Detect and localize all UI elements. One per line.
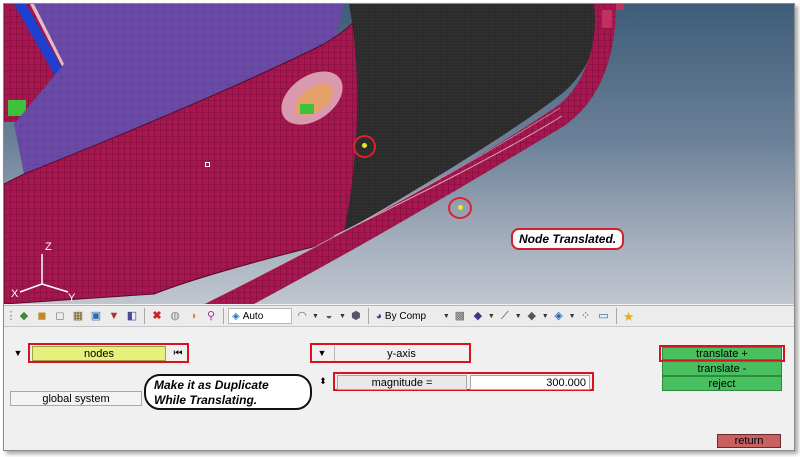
original-node[interactable]	[362, 143, 367, 148]
mask-icon[interactable]: ◍	[167, 308, 183, 324]
layer-icon[interactable]: ◈	[551, 308, 567, 324]
display-all-icon[interactable]: ◼	[34, 308, 50, 324]
translated-node[interactable]	[458, 205, 463, 210]
chevron-down-icon[interactable]: ▼	[569, 313, 576, 320]
mesh-lines-icon[interactable]: ▩	[452, 308, 468, 324]
chevron-down-icon[interactable]: ▼	[515, 313, 522, 320]
shaded-icon[interactable]: ◠	[294, 308, 310, 324]
global-system-button[interactable]: global system	[10, 391, 142, 406]
node-translated-callout: Node Translated.	[511, 228, 625, 250]
nodes-selector[interactable]: nodes	[32, 346, 166, 361]
line-style-icon[interactable]: ⟋	[497, 308, 513, 324]
unmask-icon[interactable]: ◑	[185, 308, 201, 324]
auto-icon: ◈	[232, 310, 240, 322]
direction-selector[interactable]: y-axis	[334, 346, 468, 361]
plane-icon[interactable]: ◆	[524, 308, 540, 324]
cube-icon[interactable]: ⬢	[348, 308, 364, 324]
entity-type-dropdown[interactable]: ▼	[10, 346, 26, 360]
auto-label: Auto	[242, 310, 264, 322]
axis-x-label: X	[11, 288, 19, 300]
display-none-icon[interactable]: ◻	[52, 308, 68, 324]
wireframe-icon[interactable]: ◒	[321, 308, 337, 324]
auto-combo[interactable]: ◈ Auto	[228, 308, 292, 324]
monitor-icon[interactable]: ▭	[596, 308, 612, 324]
magnitude-input[interactable]: 300.000	[470, 375, 590, 390]
toolbar-separator	[615, 308, 617, 324]
graphics-viewport[interactable]: Node Translated. Z X Y	[4, 4, 794, 304]
chevron-down-icon[interactable]: ▼	[339, 313, 346, 320]
return-button[interactable]: return	[717, 434, 781, 448]
axis-y-label: Y	[68, 292, 76, 304]
axis-z-label: Z	[45, 241, 52, 253]
element-shape-icon[interactable]: ◆	[470, 308, 486, 324]
duplicate-callout: Make it as Duplicate While Translating.	[144, 374, 312, 410]
isolate-icon[interactable]: ▼	[106, 308, 122, 324]
car-door-mesh	[4, 4, 624, 304]
toolbar-grip-icon: ⋮	[5, 309, 17, 322]
magnitude-label: magnitude =	[337, 375, 467, 390]
chevron-down-icon[interactable]: ▼	[443, 313, 450, 320]
visualization-toolbar: ⋮ ◆ ◼ ◻ ▦ ▣ ▼ ◧ ✖ ◍ ◑ ⚲ ◈ Auto ◠ ▼ ◒ ▼ ⬢…	[4, 305, 794, 327]
nodes-display-icon[interactable]: ⁘	[578, 308, 594, 324]
toolbar-separator	[223, 308, 224, 324]
toolbar-separator	[144, 308, 145, 324]
by-comp-combo[interactable]: ◕ By Comp	[373, 308, 441, 324]
components-icon[interactable]: ◆	[16, 308, 32, 324]
node-marker-square	[205, 162, 210, 167]
reset-selection-icon[interactable]: ⏮	[170, 346, 186, 361]
hypermesh-window: Node Translated. Z X Y ⋮ ◆ ◼ ◻ ▦ ▣ ▼ ◧ ✖…	[3, 3, 795, 451]
axis-triad: Z X Y	[10, 236, 80, 304]
translate-plus-button[interactable]: translate +	[662, 347, 782, 360]
translate-panel: ▼ nodes ⏮ ▼ y-axis ⬍ magnitude = 300.000…	[4, 328, 794, 450]
show-only-icon[interactable]: ◧	[124, 308, 140, 324]
translate-minus-button[interactable]: translate -	[662, 361, 782, 376]
delete-icon[interactable]: ✖	[149, 308, 165, 324]
magnitude-toggle-icon[interactable]: ⬍	[317, 374, 329, 389]
reject-button[interactable]: reject	[662, 376, 782, 391]
chevron-down-icon[interactable]: ▼	[488, 313, 495, 320]
star-icon[interactable]: ★	[621, 308, 637, 324]
toolbar-separator	[367, 308, 369, 324]
chevron-down-icon[interactable]: ▼	[542, 313, 549, 320]
find-attached-icon[interactable]: ▦	[70, 308, 86, 324]
chevron-down-icon[interactable]: ▼	[312, 313, 319, 320]
pin-icon[interactable]: ⚲	[203, 308, 219, 324]
reverse-display-icon[interactable]: ▣	[88, 308, 104, 324]
by-comp-label: By Comp	[384, 310, 427, 322]
color-mode-icon: ◕	[375, 310, 382, 322]
